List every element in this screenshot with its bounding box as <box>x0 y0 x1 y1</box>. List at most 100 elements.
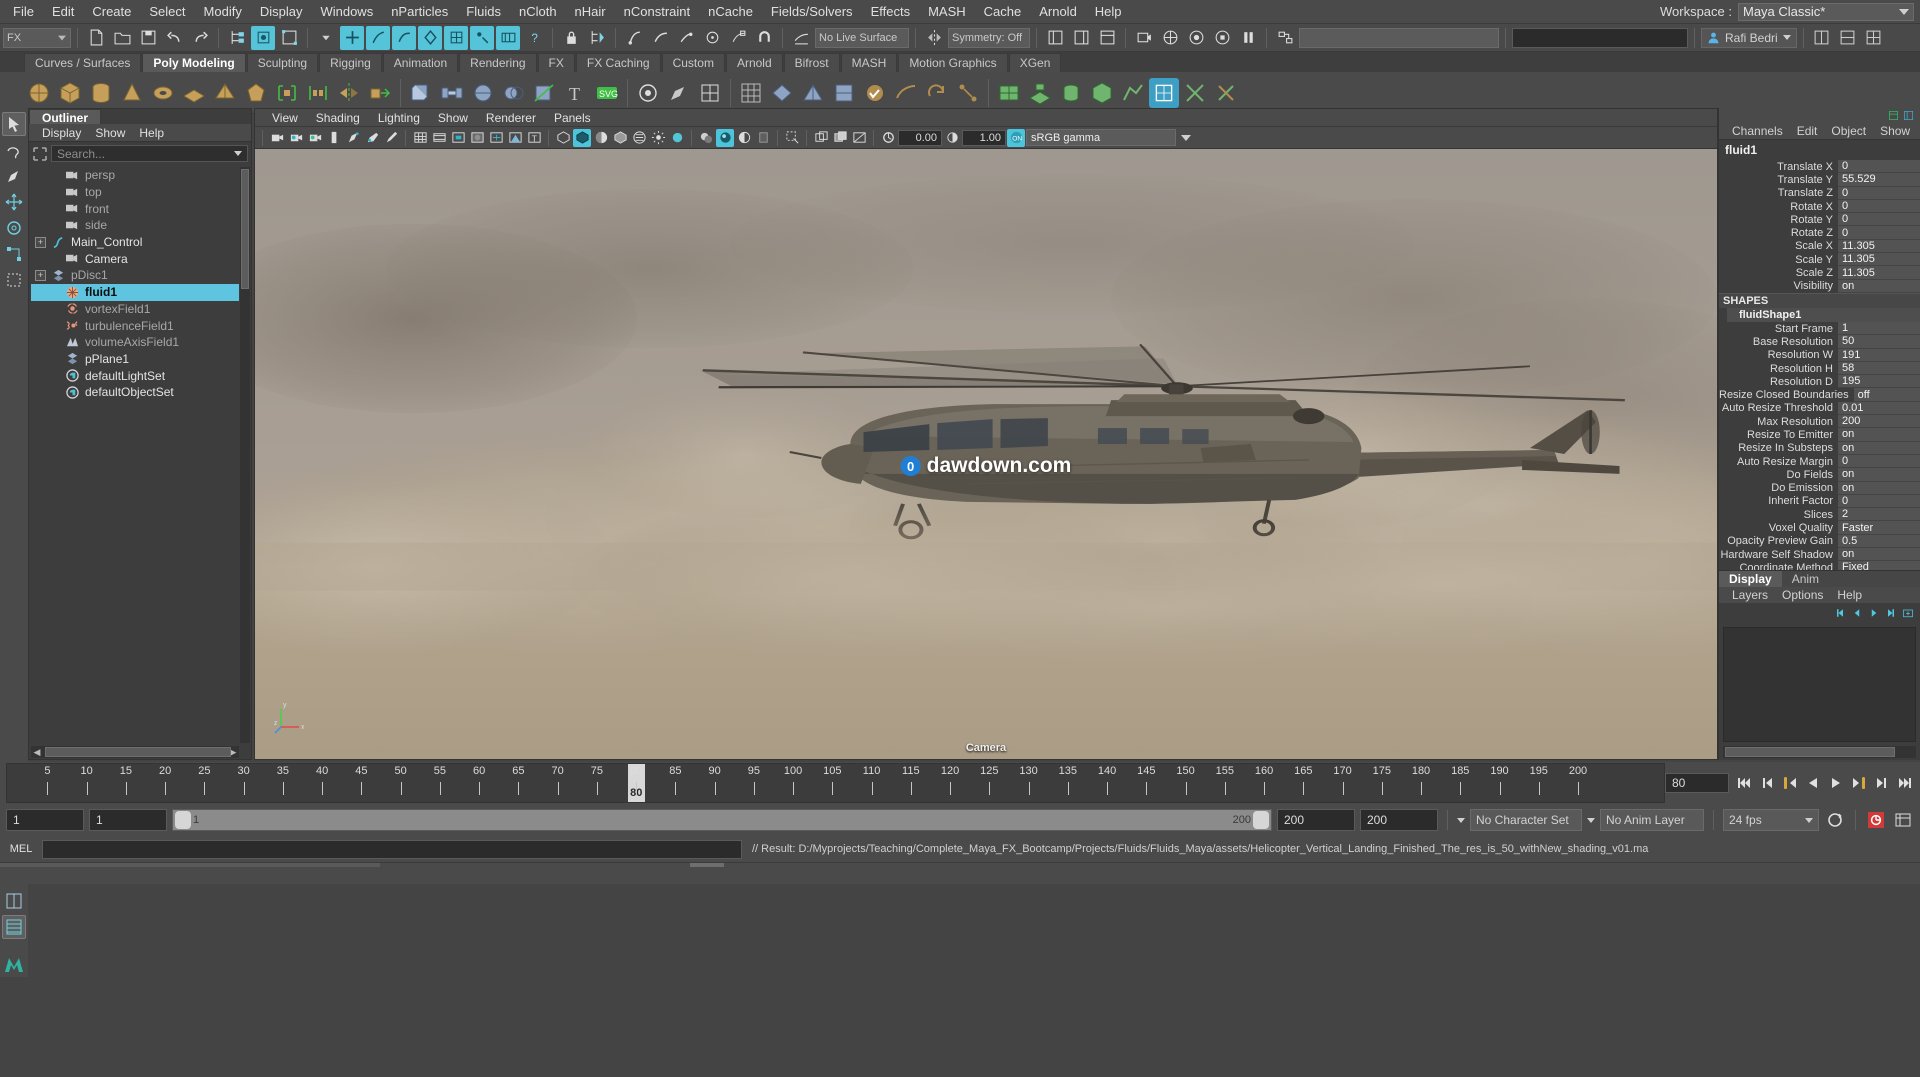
current-frame-field[interactable]: 80 <box>1665 773 1729 793</box>
go-to-end-button[interactable] <box>1894 772 1916 794</box>
menu-ncloth[interactable]: nCloth <box>510 2 566 21</box>
menu-cache[interactable]: Cache <box>975 2 1031 21</box>
outliner-item-persp[interactable]: persp <box>31 167 239 184</box>
color-profile-selector[interactable]: sRGB gamma <box>1026 129 1176 146</box>
layer-list[interactable] <box>1723 627 1916 742</box>
scroll-left-arrow[interactable]: ◀ <box>31 747 43 758</box>
layer-menu-layers[interactable]: Layers <box>1725 588 1775 602</box>
uv-editor-icon[interactable] <box>994 78 1024 108</box>
shelf-tab-fx-caching[interactable]: FX Caching <box>575 53 661 72</box>
shape-channel-row[interactable]: Max Resolution 200 <box>1719 415 1920 429</box>
redo-button[interactable] <box>188 26 212 50</box>
channel-value[interactable]: 0 <box>1838 186 1920 200</box>
anti-aliasing-icon[interactable] <box>735 129 753 147</box>
color-profile-dropdown-icon[interactable] <box>1177 129 1195 147</box>
time-slider-track[interactable]: 80 5101520253035404550556065707580859095… <box>6 763 1665 803</box>
xray-active-components-icon[interactable]: T <box>525 129 543 147</box>
transform-channel-row[interactable]: Rotate Z 0 <box>1719 226 1920 240</box>
channel-value[interactable]: 58 <box>1838 361 1920 376</box>
channel-box-icon[interactable] <box>1888 110 1899 121</box>
viewport-canvas[interactable]: 0 dawdown.com y x z Camera <box>255 149 1717 759</box>
exposure-reset-icon[interactable] <box>879 129 897 147</box>
anim-layer-dropdown-icon[interactable] <box>1587 817 1595 823</box>
snap-projectcenter-icon[interactable] <box>700 26 724 50</box>
flat-shading-icon[interactable] <box>611 129 629 147</box>
component-question-icon[interactable]: ? <box>522 26 546 50</box>
ipr-render-icon[interactable] <box>1184 26 1208 50</box>
shaded-wireframe-icon[interactable] <box>592 129 610 147</box>
shelf-tab-bifrost[interactable]: Bifrost <box>783 53 840 72</box>
viewport-menu-panels[interactable]: Panels <box>545 110 600 126</box>
component-vertexface-icon[interactable] <box>470 25 494 50</box>
paint-select-tool-button[interactable] <box>2 164 26 188</box>
layer-first-icon[interactable] <box>1834 607 1846 619</box>
channel-box-transform-rows[interactable]: Translate X 0 Translate Y 55.529 Translate Z… <box>1719 160 1920 293</box>
poly-reduce-icon[interactable] <box>767 78 797 108</box>
grease-pencil-icon[interactable] <box>363 129 381 147</box>
transform-channel-row[interactable]: Scale Y 11.305 <box>1719 253 1920 267</box>
scroll-thumb[interactable] <box>45 747 231 757</box>
poly-grid-icon[interactable] <box>736 78 766 108</box>
shelf-tab-mash[interactable]: MASH <box>840 53 898 72</box>
channel-value[interactable]: 0.5 <box>1838 534 1920 549</box>
shape-channel-row[interactable]: Auto Resize Threshold 0.01 <box>1719 401 1920 416</box>
make-live-icon[interactable] <box>789 26 813 50</box>
menu-effects[interactable]: Effects <box>862 2 920 21</box>
selection-name-field[interactable] <box>1512 27 1688 48</box>
show-tool-settings-icon[interactable] <box>1069 26 1093 50</box>
uv-cylindrical-icon[interactable] <box>1056 78 1086 108</box>
shelf-tab-custom[interactable]: Custom <box>661 53 725 72</box>
pause-render-icon[interactable] <box>1236 26 1260 50</box>
outliner-item-vortexfield1[interactable]: vortexField1 <box>31 301 239 318</box>
xray-joints-icon[interactable] <box>506 129 524 147</box>
workspace-selector[interactable]: Maya Classic* <box>1738 2 1914 21</box>
character-set-dropdown-icon[interactable] <box>1457 817 1465 823</box>
svg-tool-icon[interactable]: SVG <box>592 78 622 108</box>
symmetry-field[interactable]: Symmetry: Off <box>948 27 1030 48</box>
snap-view-icon[interactable] <box>726 26 750 50</box>
transform-channel-row[interactable]: Visibility on <box>1719 279 1920 293</box>
menu-edit[interactable]: Edit <box>43 2 83 21</box>
highlight-selection-icon[interactable] <box>585 26 609 50</box>
rotate-tool-button[interactable] <box>2 216 26 240</box>
snap-grid-icon[interactable] <box>622 26 646 50</box>
layer-tab-display[interactable]: Display <box>1719 571 1782 587</box>
shelf-tab-animation[interactable]: Animation <box>382 53 459 72</box>
lock-icon[interactable] <box>559 26 583 50</box>
menu-help[interactable]: Help <box>1086 2 1131 21</box>
anim-end-field[interactable]: 200 <box>1360 809 1438 831</box>
mirror-geometry-icon[interactable] <box>334 78 364 108</box>
transform-channel-row[interactable]: Scale X 11.305 <box>1719 239 1920 254</box>
channel-value[interactable]: 1 <box>1838 321 1920 336</box>
fps-selector[interactable]: 24 fps <box>1723 809 1819 831</box>
select-hierarchy-icon[interactable] <box>225 26 249 50</box>
bridge-icon[interactable] <box>437 78 467 108</box>
select-tool-button[interactable] <box>2 112 26 136</box>
channel-value[interactable]: 11.305 <box>1838 266 1920 280</box>
step-back-button[interactable] <box>1756 772 1778 794</box>
outliner-item-defaultobjectset[interactable]: defaultObjectSet <box>31 384 239 401</box>
shape-channel-row[interactable]: Resize To Emitter on <box>1719 428 1920 442</box>
use-all-lights-icon[interactable] <box>649 129 667 147</box>
wireframe-shading-icon[interactable] <box>554 129 572 147</box>
uv-planar-icon[interactable] <box>1025 78 1055 108</box>
outliner-item-volumeaxisfield1[interactable]: volumeAxisField1 <box>31 334 239 351</box>
channel-value[interactable]: 55.529 <box>1838 173 1920 187</box>
auto-key-loop-icon[interactable] <box>1824 809 1846 831</box>
select-object-icon[interactable] <box>251 25 275 50</box>
uv-automatic-icon[interactable] <box>1087 78 1117 108</box>
outliner-item-fluid1[interactable]: fluid1 <box>31 283 239 301</box>
uv-unfold-icon[interactable] <box>1118 78 1148 108</box>
range-right-handle[interactable] <box>1253 811 1269 829</box>
shelf-tab-xgen[interactable]: XGen <box>1008 53 1062 72</box>
menu-ncache[interactable]: nCache <box>699 2 762 21</box>
channel-value[interactable]: 0 <box>1838 226 1920 240</box>
lasso-tool-button[interactable] <box>2 138 26 162</box>
command-input[interactable] <box>42 839 742 859</box>
shelf-tab-arnold[interactable]: Arnold <box>725 53 783 72</box>
new-layer-icon[interactable] <box>1902 607 1914 619</box>
outliner-item-main_control[interactable]: + Main_Control <box>31 234 239 251</box>
menu-display[interactable]: Display <box>251 2 312 21</box>
poly-cube-icon[interactable] <box>55 78 85 108</box>
menu-windows[interactable]: Windows <box>311 2 382 21</box>
